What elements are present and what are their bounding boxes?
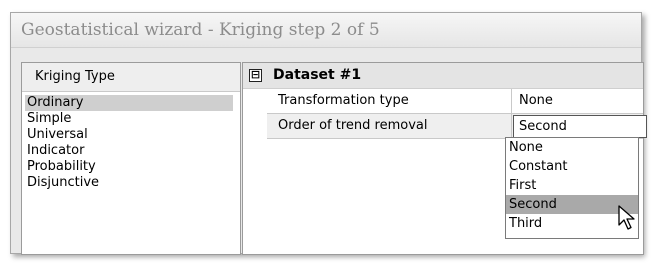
transformation-type-value[interactable]: None [519,93,553,108]
kriging-type-list[interactable]: Ordinary Simple Universal Indicator Prob… [22,92,240,191]
transformation-type-row[interactable]: Transformation type None [267,89,643,114]
column-divider [511,114,512,138]
kriging-item-simple[interactable]: Simple [25,111,233,127]
kriging-item-ordinary[interactable]: Ordinary [25,95,233,111]
kriging-type-header: Kriging Type [22,63,240,92]
trend-removal-label: Order of trend removal [278,118,428,133]
kriging-item-disjunctive[interactable]: Disjunctive [25,175,233,191]
window-title: Geostatistical wizard - Kriging step 2 o… [21,20,380,40]
transformation-type-label: Transformation type [278,93,409,108]
kriging-item-probability[interactable]: Probability [25,159,233,175]
dataset-group-row[interactable]: ⊟ Dataset #1 [243,63,643,89]
kriging-type-panel: Kriging Type Ordinary Simple Universal I… [21,62,241,255]
trend-removal-value: Second [519,119,567,134]
dropdown-option-first[interactable]: First [506,176,638,195]
mouse-pointer-icon [618,205,635,230]
collapse-icon[interactable]: ⊟ [249,69,262,82]
kriging-item-indicator[interactable]: Indicator [25,143,233,159]
trend-removal-select[interactable]: Second [513,115,647,138]
dropdown-option-constant[interactable]: Constant [506,157,638,176]
trend-removal-row[interactable]: Order of trend removal Second [267,114,647,139]
wizard-screenshot: Geostatistical wizard - Kriging step 2 o… [0,0,656,269]
kriging-item-universal[interactable]: Universal [25,127,233,143]
dataset-group-title: Dataset #1 [273,67,362,83]
title-bar: Geostatistical wizard - Kriging step 2 o… [11,13,641,48]
dropdown-option-none[interactable]: None [506,138,638,157]
column-divider [511,89,512,113]
